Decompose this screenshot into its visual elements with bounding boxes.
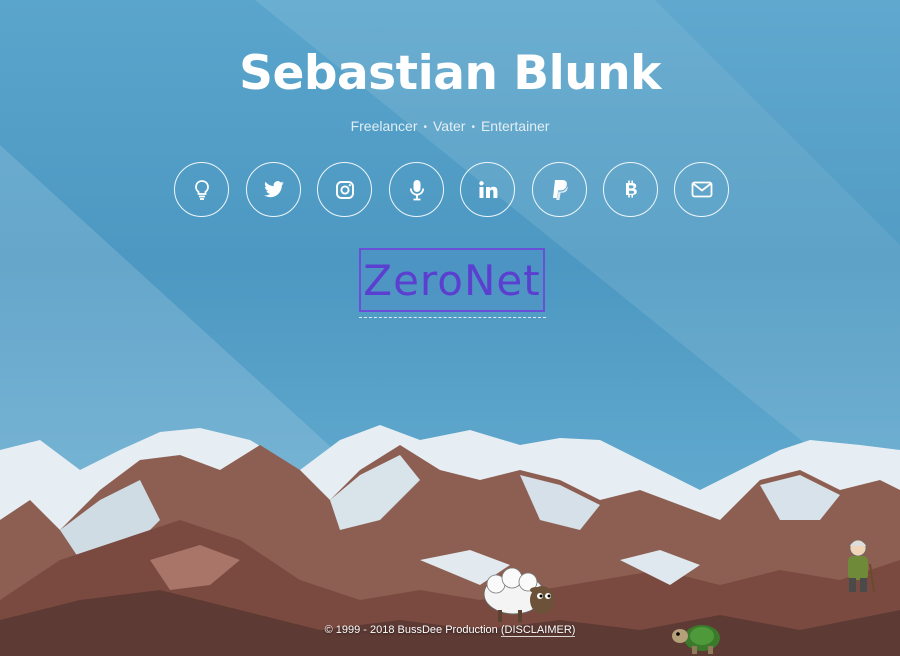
- page-title: Sebastian Blunk: [239, 46, 661, 101]
- envelope-icon: [691, 181, 712, 198]
- disclaimer-link[interactable]: (DISCLAIMER): [500, 624, 576, 637]
- old-man-illustration: [848, 539, 875, 593]
- bitcoin-icon: [625, 180, 637, 197]
- lightbulb-icon: [194, 179, 209, 200]
- paypal-icon: [552, 179, 568, 200]
- zeronet-link[interactable]: ZeroNet: [359, 248, 545, 312]
- page-subtitle: Freelancer • Vater • Entertainer: [0, 118, 900, 134]
- bitcoin-button[interactable]: [603, 162, 658, 217]
- subtitle-separator: •: [471, 122, 475, 133]
- twitter-icon: [263, 180, 284, 197]
- subtitle-role-vater: Vater: [433, 118, 466, 134]
- footer-copyright: © 1999 - 2018 BussDee Production: [324, 624, 498, 636]
- paypal-button[interactable]: [532, 162, 587, 217]
- lightbulb-button[interactable]: [174, 162, 229, 217]
- microphone-icon: [409, 179, 424, 200]
- sheep-illustration: [483, 567, 554, 622]
- instagram-button[interactable]: [317, 162, 372, 217]
- podcast-button[interactable]: [389, 162, 444, 217]
- social-icon-row: [174, 162, 734, 220]
- instagram-icon: [335, 180, 354, 199]
- subtitle-role-entertainer: Entertainer: [480, 118, 550, 134]
- zeronet-link-underline: [359, 317, 546, 318]
- email-button[interactable]: [674, 162, 729, 217]
- twitter-button[interactable]: [246, 162, 301, 217]
- subtitle-role-freelancer: Freelancer: [350, 118, 418, 134]
- subtitle-separator: •: [423, 122, 427, 133]
- footer: © 1999 - 2018 BussDee Production (DISCLA…: [0, 624, 900, 637]
- linkedin-button[interactable]: [460, 162, 515, 217]
- linkedin-icon: [478, 180, 497, 198]
